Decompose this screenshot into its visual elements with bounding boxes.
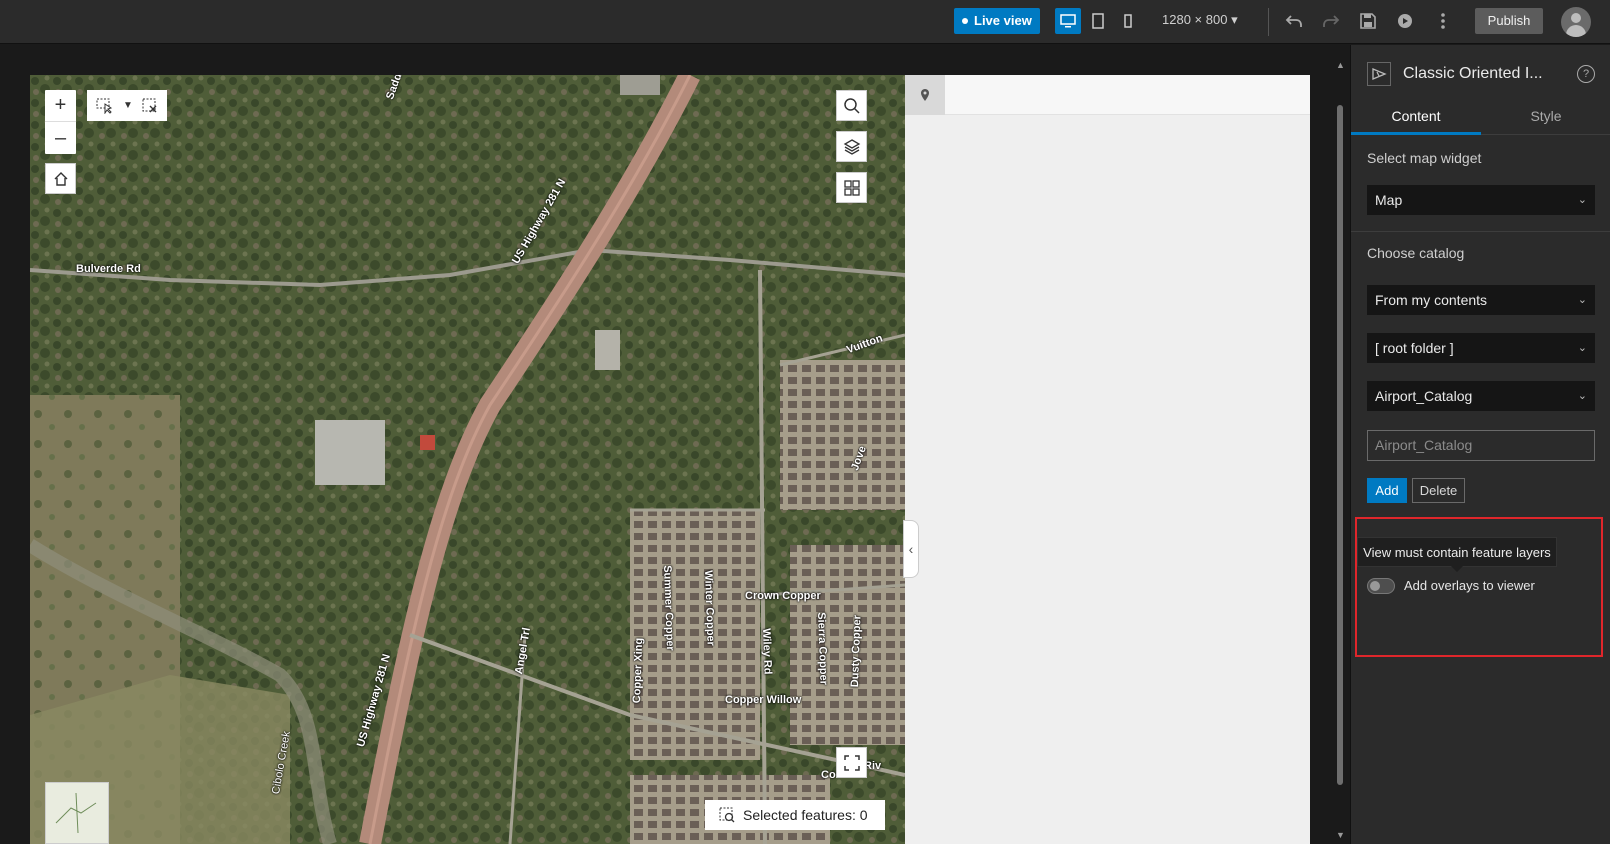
catalog-source-value: From my contents (1375, 292, 1488, 308)
toolbar-divider (1268, 8, 1269, 36)
help-icon[interactable]: ? (1577, 65, 1595, 83)
chevron-down-icon: ⌄ (1577, 390, 1587, 402)
add-overlays-toggle[interactable] (1367, 578, 1395, 594)
road-label-wiley: Wiley Rd (760, 628, 774, 675)
select-cursor-icon[interactable] (96, 98, 114, 114)
road-label-bulverde: Bulverde Rd (76, 263, 141, 275)
app-page: Bulverde Rd US Highway 281 N US Highway … (30, 75, 1310, 844)
chevron-down-icon[interactable]: ▼ (123, 100, 133, 111)
road-label-crown: Crown Copper (745, 590, 821, 602)
settings-panel: Classic Oriented I... ? Content Style Se… (1350, 45, 1610, 844)
panel-title[interactable]: Classic Oriented I... (1403, 65, 1568, 83)
map-widget-select[interactable]: Map ⌄ (1367, 185, 1595, 215)
live-view-label: Live view (974, 13, 1032, 28)
home-icon (54, 171, 67, 186)
toggle-knob (1370, 581, 1380, 591)
road-label-sierra: Sierra Copper (815, 612, 830, 686)
fullscreen-button[interactable] (836, 747, 867, 778)
clear-selection-icon[interactable] (142, 98, 158, 114)
live-view-button[interactable]: Live view (954, 8, 1040, 34)
catalog-name-input[interactable]: Airport_Catalog (1367, 430, 1595, 461)
folder-select[interactable]: [ root folder ] ⌄ (1367, 333, 1595, 363)
redo-icon[interactable] (1320, 10, 1342, 32)
save-icon[interactable] (1357, 10, 1379, 32)
home-button[interactable] (45, 163, 76, 194)
zoom-in-button[interactable]: + (45, 90, 76, 122)
satellite-imagery (30, 75, 905, 844)
resolution-label: 1280 × 800 (1162, 12, 1228, 27)
catalog-source-select[interactable]: From my contents ⌄ (1367, 285, 1595, 315)
select-map-label: Select map widget (1367, 150, 1482, 166)
desktop-icon[interactable] (1055, 8, 1081, 34)
builder-canvas: Bulverde Rd US Highway 281 N US Highway … (0, 45, 1350, 844)
road-label-dusty: Dusty Copper (849, 614, 864, 688)
basemap-gallery-button[interactable] (836, 172, 867, 203)
scroll-up-arrow[interactable]: ▲ (1336, 60, 1345, 70)
road-label-copper-xing: Copper Xing (631, 637, 646, 704)
chevron-left-icon: ‹ (908, 541, 914, 557)
search-icon (843, 97, 860, 114)
resolution-dropdown[interactable]: 1280 × 800 ▾ (1162, 12, 1238, 28)
scroll-down-arrow[interactable]: ▼ (1336, 830, 1345, 840)
select-tool[interactable]: ▼ (87, 90, 167, 121)
panel-tabs: Content Style (1351, 101, 1610, 135)
oriented-imagery-widget-icon (1367, 62, 1391, 86)
tab-content[interactable]: Content (1351, 101, 1481, 135)
chevron-down-icon: ⌄ (1577, 194, 1587, 206)
selected-features-status[interactable]: Selected features: 0 (705, 800, 885, 830)
live-dot-icon (962, 18, 968, 24)
layers-icon (843, 138, 860, 155)
avatar-icon[interactable] (1561, 7, 1591, 37)
phone-icon[interactable] (1115, 8, 1141, 34)
map-widget[interactable]: Bulverde Rd US Highway 281 N US Highway … (30, 75, 905, 844)
map-pin-icon (921, 89, 929, 101)
zoom-control: + – (45, 90, 76, 154)
canvas-scrollbar[interactable] (1337, 105, 1343, 785)
search-button[interactable] (836, 90, 867, 121)
choose-catalog-label: Choose catalog (1367, 245, 1465, 261)
fullscreen-icon (843, 754, 860, 771)
chevron-down-icon: ⌄ (1577, 342, 1587, 354)
collapse-panel-handle[interactable]: ‹ (903, 520, 919, 578)
catalog-value: Airport_Catalog (1375, 388, 1473, 404)
map-widget-select-value: Map (1375, 192, 1403, 208)
section-divider (1351, 231, 1610, 232)
catalog-select[interactable]: Airport_Catalog ⌄ (1367, 381, 1595, 411)
selected-features-label: Selected features: 0 (743, 807, 868, 823)
tab-style[interactable]: Style (1481, 101, 1610, 135)
layers-button[interactable] (836, 131, 867, 162)
road-label-copper-willow: Copper Willow (725, 694, 802, 706)
map-pin-tab[interactable] (905, 75, 945, 115)
more-icon[interactable] (1432, 10, 1454, 32)
add-button[interactable]: Add (1367, 478, 1407, 503)
overview-minimap[interactable] (45, 782, 109, 844)
road-label-corner: Co (821, 769, 836, 781)
tablet-icon[interactable] (1085, 8, 1111, 34)
publish-button[interactable]: Publish (1475, 8, 1543, 34)
viewer-header-bar (945, 75, 1310, 115)
undo-icon[interactable] (1283, 10, 1305, 32)
delete-button[interactable]: Delete (1412, 478, 1465, 503)
preview-icon[interactable] (1394, 10, 1416, 32)
selection-icon (719, 807, 735, 823)
chevron-down-icon: ▾ (1231, 12, 1238, 27)
zoom-out-button[interactable]: – (45, 122, 76, 154)
top-toolbar: Live view 1280 × 800 ▾ Publish (0, 0, 1610, 44)
tooltip-tail (1451, 566, 1463, 572)
panel-header: Classic Oriented I... ? (1351, 45, 1610, 101)
tooltip: View must contain feature layers (1357, 537, 1557, 567)
basemap-gallery-icon (843, 179, 860, 196)
folder-value: [ root folder ] (1375, 340, 1454, 356)
add-overlays-label: Add overlays to viewer (1404, 578, 1535, 593)
chevron-down-icon: ⌄ (1577, 294, 1587, 306)
